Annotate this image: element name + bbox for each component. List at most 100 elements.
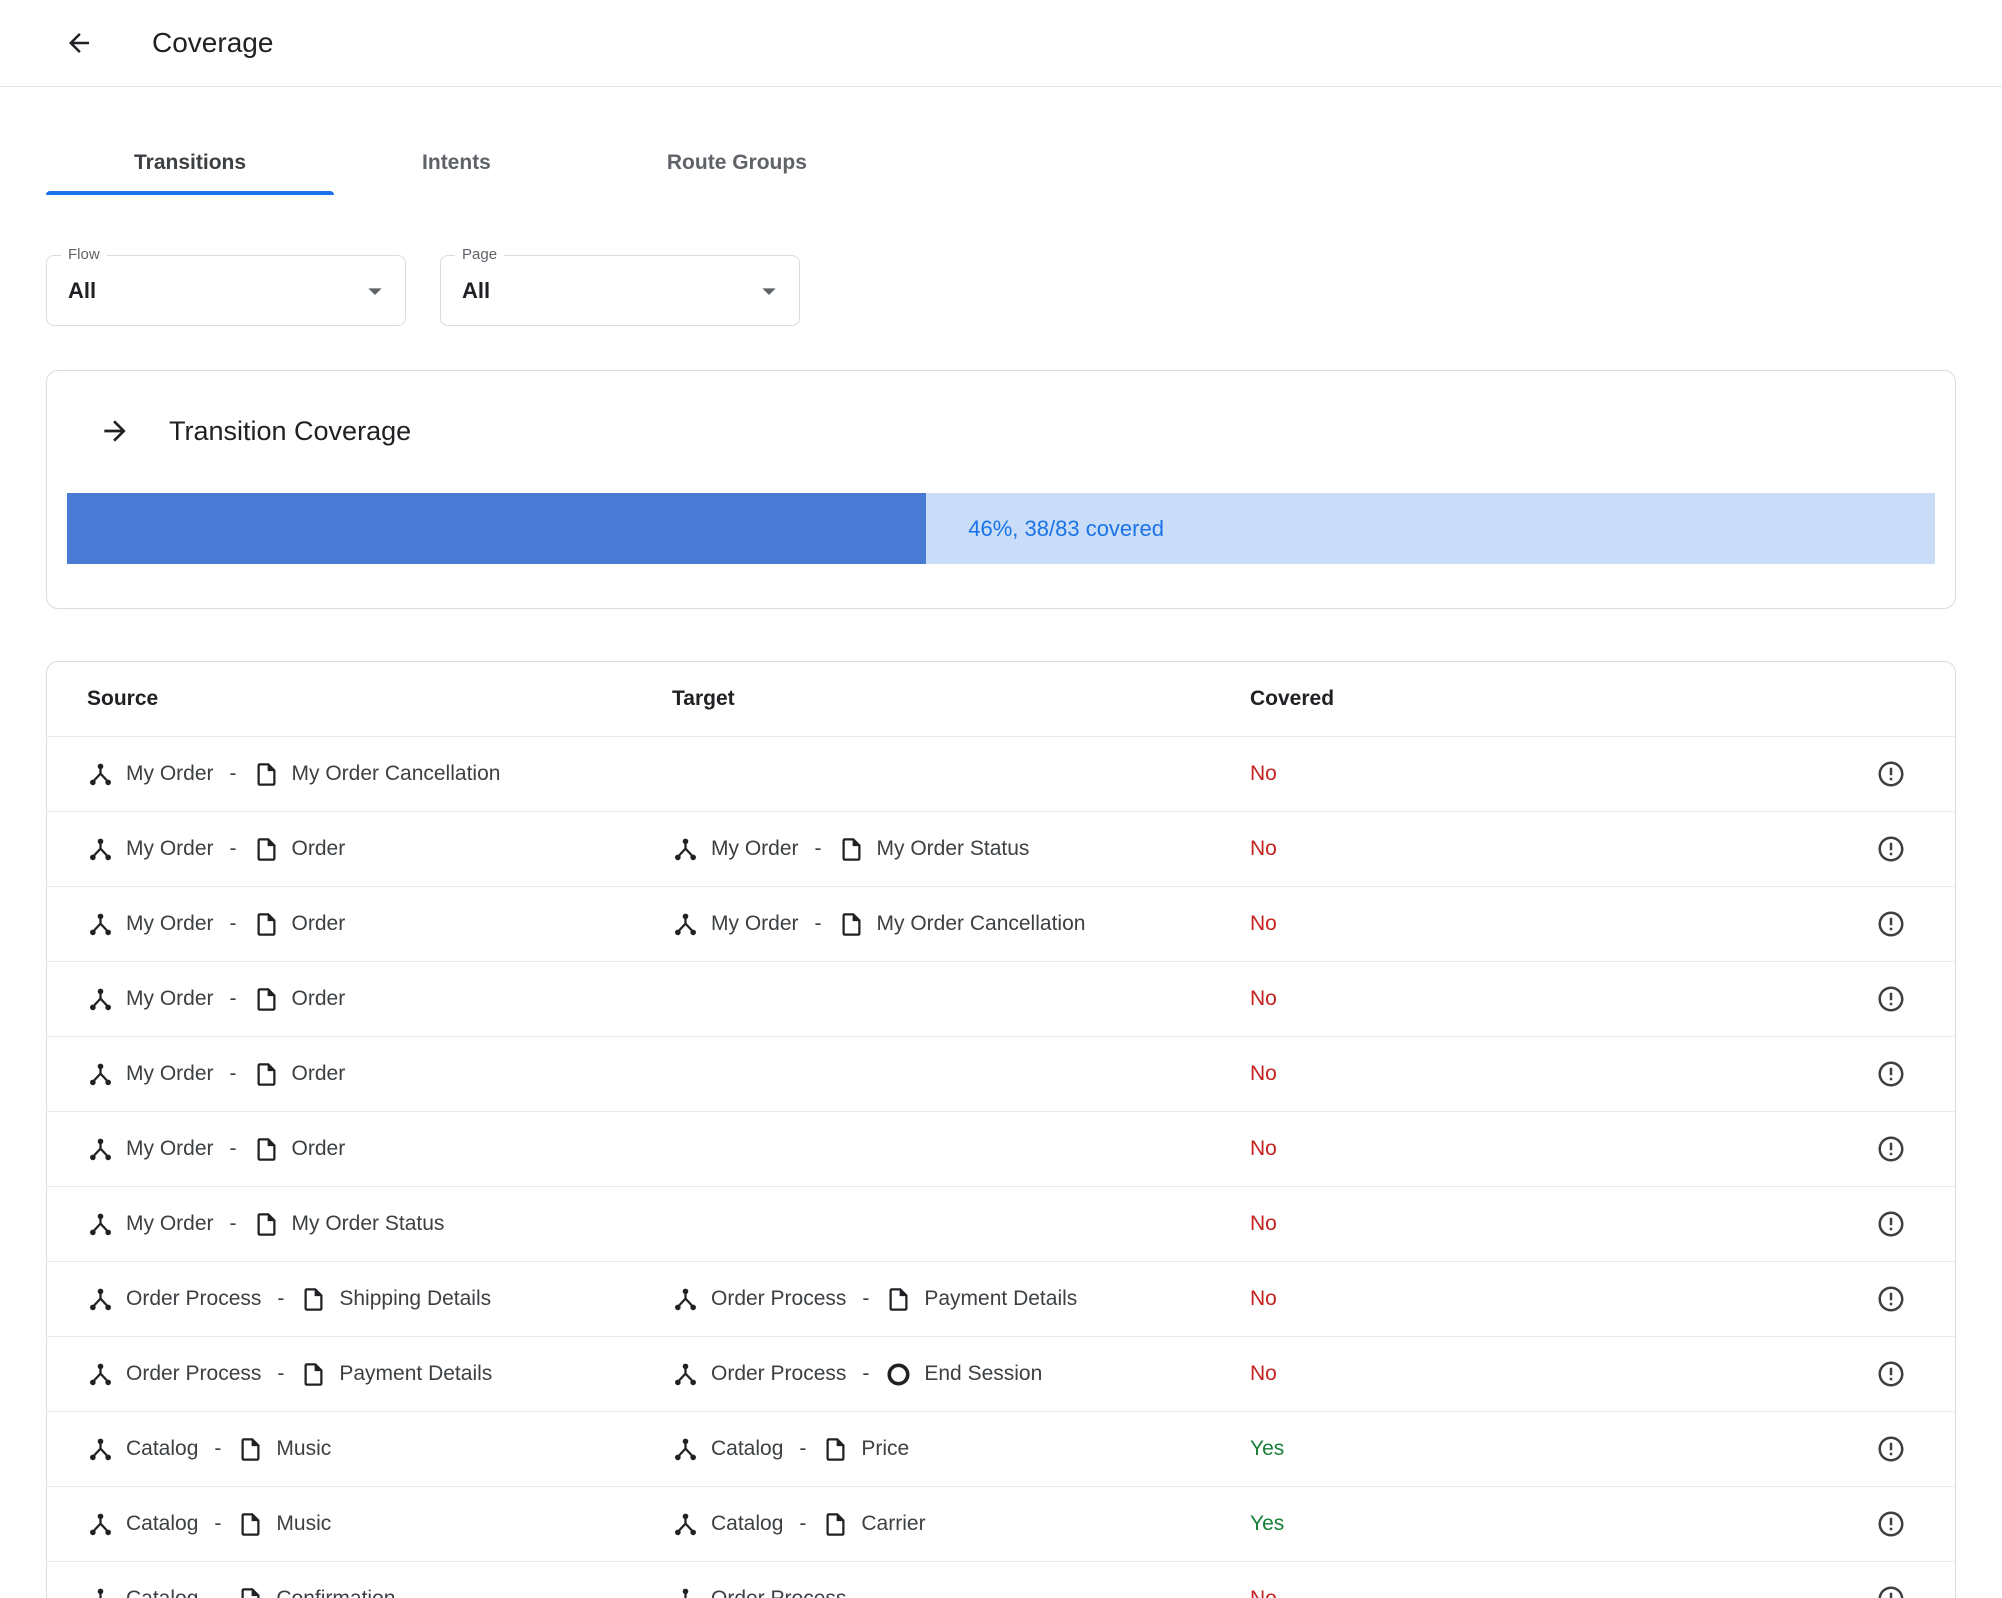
column-header-covered: Covered xyxy=(1250,687,1335,710)
flow-name: Order Process xyxy=(711,1287,847,1310)
separator: - xyxy=(862,1287,870,1310)
info-icon[interactable] xyxy=(1876,1509,1906,1539)
info-cell xyxy=(1867,1359,1915,1389)
tab-route-groups[interactable]: Route Groups xyxy=(579,131,895,195)
target-endpoint: My Order - My Order Status xyxy=(672,836,1029,863)
source-cell: Catalog - Confirmation xyxy=(87,1586,672,1598)
info-cell xyxy=(1867,1059,1915,1089)
flow-icon xyxy=(87,986,114,1013)
page-name: Order xyxy=(291,1062,346,1085)
separator: - xyxy=(814,837,822,860)
page-icon xyxy=(253,836,280,863)
info-cell xyxy=(1867,1284,1915,1314)
target-endpoint: Order Process - Payment Details xyxy=(672,1286,1077,1313)
info-icon[interactable] xyxy=(1876,834,1906,864)
info-icon[interactable] xyxy=(1876,1359,1906,1389)
flow-icon xyxy=(87,1511,114,1538)
table-row[interactable]: Catalog - Confirmation Order Process No xyxy=(47,1562,1955,1598)
separator: - xyxy=(214,1587,221,1598)
table-row[interactable]: My Order - Order My Order - My Order Status No xyxy=(47,812,1955,887)
table-row[interactable]: My Order - My Order Status No xyxy=(47,1187,1955,1262)
flow-icon xyxy=(672,1511,699,1538)
page-icon xyxy=(253,1061,280,1088)
info-cell xyxy=(1867,1134,1915,1164)
separator: - xyxy=(229,987,237,1010)
source-endpoint: Order Process - Shipping Details xyxy=(87,1286,491,1313)
coverage-progress-label: 46%, 38/83 covered xyxy=(968,515,1164,541)
table-header: Source Target Covered xyxy=(47,662,1955,737)
page-name: Music xyxy=(276,1512,332,1535)
tab-intents[interactable]: Intents xyxy=(334,131,579,195)
flow-icon xyxy=(87,911,114,938)
back-button[interactable] xyxy=(62,26,96,60)
target-endpoint: Catalog - Carrier xyxy=(672,1511,926,1538)
coverage-progress-bar: 46%, 38/83 covered xyxy=(67,493,1935,564)
source-cell: My Order - Order xyxy=(87,1136,672,1163)
source-endpoint: My Order - My Order Status xyxy=(87,1211,444,1238)
flow-icon xyxy=(672,1361,699,1388)
page-name: Carrier xyxy=(861,1512,926,1535)
page-select-value: All xyxy=(462,278,491,303)
covered-cell: No xyxy=(1250,1587,1867,1598)
table-row[interactable]: My Order - Order No xyxy=(47,1037,1955,1112)
table-row[interactable]: Catalog - Music Catalog - Price Yes xyxy=(47,1412,1955,1487)
flow-icon xyxy=(87,1136,114,1163)
page-icon xyxy=(822,1511,849,1538)
table-row[interactable]: My Order - My Order Cancellation No xyxy=(47,737,1955,812)
flow-icon xyxy=(87,1361,114,1388)
table-row[interactable]: Catalog - Music Catalog - Carrier Yes xyxy=(47,1487,1955,1562)
table-row[interactable]: Order Process - Payment Details Order Proce… xyxy=(47,1337,1955,1412)
table-row[interactable]: My Order - Order My Order - My Order Cancella… xyxy=(47,887,1955,962)
info-icon[interactable] xyxy=(1876,1584,1906,1598)
source-cell: My Order - Order xyxy=(87,911,672,938)
coverage-progress-fill xyxy=(67,493,927,564)
table-row[interactable]: My Order - Order No xyxy=(47,1112,1955,1187)
flow-select[interactable]: Flow All xyxy=(46,246,406,326)
table-row[interactable]: My Order - Order No xyxy=(47,962,1955,1037)
info-icon[interactable] xyxy=(1876,1434,1906,1464)
page-select[interactable]: Page All xyxy=(440,246,800,326)
covered-cell: No xyxy=(1250,837,1867,861)
source-endpoint: Order Process - Payment Details xyxy=(87,1361,492,1388)
info-icon[interactable] xyxy=(1876,984,1906,1014)
info-icon[interactable] xyxy=(1876,1209,1906,1239)
info-icon[interactable] xyxy=(1876,759,1906,789)
end-session-icon xyxy=(885,1361,912,1388)
covered-cell: Yes xyxy=(1250,1512,1867,1536)
covered-value: No xyxy=(1250,1287,1277,1310)
tab-bar: Transitions Intents Route Groups xyxy=(46,131,2002,195)
separator: - xyxy=(229,837,237,860)
flow-name: Order Process xyxy=(126,1362,262,1385)
flow-icon xyxy=(87,1436,114,1463)
info-icon[interactable] xyxy=(1876,1134,1906,1164)
page-icon xyxy=(300,1286,327,1313)
page-select-label: Page xyxy=(455,246,505,263)
info-icon[interactable] xyxy=(1876,1284,1906,1314)
page-name: My Order Cancellation xyxy=(291,762,501,785)
flow-select-label: Flow xyxy=(61,246,107,263)
flow-select-value: All xyxy=(68,278,97,303)
page-icon xyxy=(253,761,280,788)
target-cell: Catalog - Carrier xyxy=(672,1511,1250,1538)
flow-icon xyxy=(87,1286,114,1313)
flow-name: My Order xyxy=(126,762,214,785)
separator: - xyxy=(214,1437,222,1460)
page-icon xyxy=(885,1286,912,1313)
covered-value: No xyxy=(1250,1587,1277,1598)
info-icon[interactable] xyxy=(1876,1059,1906,1089)
flow-icon xyxy=(87,1061,114,1088)
source-cell: Order Process - Shipping Details xyxy=(87,1286,672,1313)
covered-cell: No xyxy=(1250,1287,1867,1311)
target-cell: Order Process xyxy=(672,1586,1250,1598)
covered-value: No xyxy=(1250,837,1277,860)
tab-transitions[interactable]: Transitions xyxy=(46,131,335,195)
transition-coverage-card: Transition Coverage 46%, 38/83 covered xyxy=(46,370,1956,609)
table-row[interactable]: Order Process - Shipping Details Order Proc… xyxy=(47,1262,1955,1337)
info-icon[interactable] xyxy=(1876,909,1906,939)
separator: - xyxy=(277,1362,285,1385)
flow-name: Order Process xyxy=(711,1587,846,1598)
source-cell: My Order - My Order Cancellation xyxy=(87,761,672,788)
flow-name: My Order xyxy=(126,1062,214,1085)
source-endpoint: Catalog - Music xyxy=(87,1511,331,1538)
flow-name: Order Process xyxy=(126,1287,262,1310)
